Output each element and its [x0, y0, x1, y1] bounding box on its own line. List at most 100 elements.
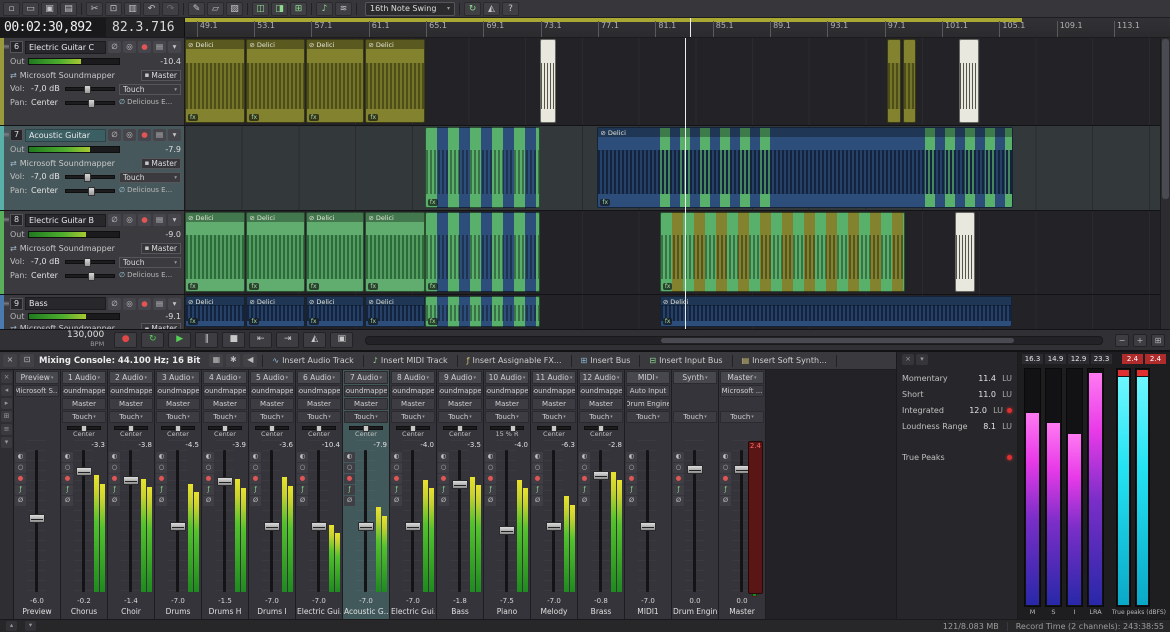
audio-clip[interactable]: ⊘Delicifx — [246, 212, 305, 292]
strip-solo-icon[interactable]: ○ — [297, 463, 308, 473]
mixer-channel-strip[interactable]: 2 Audio▾SoundmapperMasterTouch▾Center◐○●… — [108, 370, 155, 619]
help-icon[interactable]: ? — [502, 2, 519, 16]
track-fx-chain[interactable]: ∅Delicious E... — [119, 271, 181, 279]
strip-phase-icon[interactable]: Ø — [673, 496, 684, 506]
open-project-icon[interactable]: ▭ — [22, 2, 39, 16]
strip-mute-icon[interactable]: ◐ — [156, 452, 167, 462]
channel-device-button[interactable]: Soundmapper — [438, 385, 482, 397]
track-automation-icon[interactable]: ▤ — [153, 214, 166, 226]
track-lane[interactable]: ⊘Delicifx⊘Delicifx⊘Delicifx⊘Delicifxfx⊘D… — [185, 295, 1160, 329]
channel-type-tab[interactable]: 2 Audio▾ — [109, 371, 153, 384]
cut-icon[interactable]: ✂ — [86, 2, 103, 16]
strip-mute-icon[interactable]: ◐ — [250, 452, 261, 462]
clip-fx-button[interactable]: fx — [663, 318, 673, 325]
channel-pan-control[interactable]: Center — [532, 424, 576, 439]
channel-name[interactable]: Brass — [579, 607, 623, 619]
strip-solo-icon[interactable]: ○ — [438, 463, 449, 473]
clip-fx-button[interactable]: fx — [600, 199, 610, 206]
strip-arm-icon[interactable]: ● — [391, 474, 402, 484]
track-name[interactable]: Bass — [25, 297, 106, 310]
channel-device-button[interactable]: Soundmapper — [297, 385, 341, 397]
zoom-menu-icon[interactable]: ⊞ — [1151, 334, 1165, 347]
channel-name[interactable]: Choir — [109, 607, 153, 619]
mixer-channel-strip[interactable]: 7 Audio▾SoundmapperMasterTouch▾Center◐○●… — [343, 370, 390, 619]
strip-solo-icon[interactable]: ○ — [485, 463, 496, 473]
channel-output-button[interactable]: Master — [391, 398, 435, 410]
channel-device-button[interactable]: Soundmapper — [344, 385, 388, 397]
track-more-icon[interactable]: ▾ — [168, 129, 181, 141]
fader-handle[interactable] — [546, 522, 562, 531]
channel-device-button[interactable]: Soundmapper — [391, 385, 435, 397]
strip-fx-icon[interactable]: ƒ — [250, 485, 261, 495]
automation-mode-button[interactable]: Touch▾ — [119, 257, 181, 268]
event-tool-icon[interactable]: ♪ — [316, 2, 333, 16]
track-grip-icon[interactable]: ≡ — [3, 299, 10, 308]
channel-automation-button[interactable]: Touch▾ — [579, 411, 623, 423]
strip-arm-icon[interactable]: ● — [532, 474, 543, 484]
record-button[interactable]: ● — [114, 332, 137, 348]
track-header[interactable]: ≡8Electric Guitar B∅◎●▤▾Out-9.0⇄Microsof… — [0, 211, 185, 294]
strip-arm-icon[interactable]: ● — [344, 474, 355, 484]
strip-mute-icon[interactable]: ◐ — [579, 452, 590, 462]
channel-type-tab[interactable]: 6 Audio▾ — [297, 371, 341, 384]
channel-type-tab[interactable]: 9 Audio▾ — [438, 371, 482, 384]
strip-fx-icon[interactable]: ƒ — [579, 485, 590, 495]
strip-fx-icon[interactable]: ƒ — [156, 485, 167, 495]
strip-arm-icon[interactable]: ● — [673, 474, 684, 484]
channel-name[interactable]: MIDI1 — [626, 607, 670, 619]
channel-name[interactable]: Master — [720, 607, 764, 619]
insert-audio-track-button[interactable]: ∿Insert Audio Track — [268, 354, 357, 368]
track-device[interactable]: Microsoft Soundmapper — [20, 324, 138, 330]
strip-mute-icon[interactable]: ◐ — [391, 452, 402, 462]
strip-arm-icon[interactable]: ● — [579, 474, 590, 484]
channel-output-button[interactable]: Master — [203, 398, 247, 410]
strip-mute-icon[interactable]: ◐ — [532, 452, 543, 462]
channel-fader[interactable] — [497, 440, 516, 596]
fader-handle[interactable] — [170, 522, 186, 531]
fader-handle[interactable] — [264, 522, 280, 531]
pan-handle[interactable] — [222, 425, 228, 432]
audio-clip[interactable]: ⊘Delicifx — [306, 39, 365, 123]
channel-device-button[interactable]: Soundmapper — [579, 385, 623, 397]
strip-solo-icon[interactable]: ○ — [626, 463, 637, 473]
track-header[interactable]: ≡6Electric Guitar C∅◎●▤▾Out-10.4⇄Microso… — [0, 38, 185, 125]
track-automation-icon[interactable]: ▤ — [153, 41, 166, 53]
strip-phase-icon[interactable]: Ø — [344, 496, 355, 506]
channel-type-tab[interactable]: 11 Audio▾ — [532, 371, 576, 384]
channel-automation-button[interactable]: Touch▾ — [203, 411, 247, 423]
channel-name[interactable]: Bass — [438, 607, 482, 619]
clip-mute-icon[interactable]: ⊘ — [309, 214, 314, 222]
channel-output-button[interactable]: Master — [485, 398, 529, 410]
audio-clip[interactable]: fx — [425, 127, 540, 208]
channel-fader[interactable] — [591, 440, 610, 596]
channel-output-button[interactable]: Master — [344, 398, 388, 410]
clip-fx-button[interactable]: fx — [368, 114, 378, 121]
track-volume-slider[interactable] — [65, 175, 115, 179]
clip-mute-icon[interactable]: ⊘ — [368, 41, 373, 49]
strip-fx-icon[interactable]: ƒ — [62, 485, 73, 495]
clip-fx-button[interactable]: fx — [428, 283, 438, 290]
track-output-bus-button[interactable]: ▪Master — [141, 243, 181, 254]
pause-button[interactable]: ∥ — [195, 332, 218, 348]
fader-handle[interactable] — [687, 465, 703, 474]
strip-mute-icon[interactable]: ◐ — [15, 452, 26, 462]
mixer-channel-strip[interactable]: 11 Audio▾SoundmapperMasterTouch▾Center◐○… — [531, 370, 578, 619]
metronome-toggle-icon[interactable]: ◭ — [483, 2, 500, 16]
strip-fx-icon[interactable]: ƒ — [673, 485, 684, 495]
channel-pan-control[interactable]: Center — [579, 424, 623, 439]
channel-automation-button[interactable]: Touch▾ — [485, 411, 529, 423]
strip-mute-icon[interactable]: ◐ — [344, 452, 355, 462]
channel-fader[interactable] — [450, 440, 469, 596]
channel-automation-button[interactable]: Touch▾ — [250, 411, 294, 423]
audio-clip[interactable]: ⊘Delicifx — [185, 39, 245, 123]
track-more-icon[interactable]: ▾ — [168, 41, 181, 53]
channel-fader[interactable] — [403, 440, 422, 596]
track-output-bus-button[interactable]: ▪Master — [141, 70, 181, 81]
strip-solo-icon[interactable]: ○ — [15, 463, 26, 473]
strip-fx-icon[interactable]: ƒ — [626, 485, 637, 495]
mixer-channel-strip[interactable]: 3 Audio▾SoundmapperMasterTouch▾Center◐○●… — [155, 370, 202, 619]
audio-clip[interactable] — [959, 39, 979, 123]
channel-fader[interactable] — [121, 440, 140, 596]
channel-device-button[interactable]: Soundmapper — [532, 385, 576, 397]
mixer-settings-icon[interactable]: ✱ — [226, 354, 240, 367]
